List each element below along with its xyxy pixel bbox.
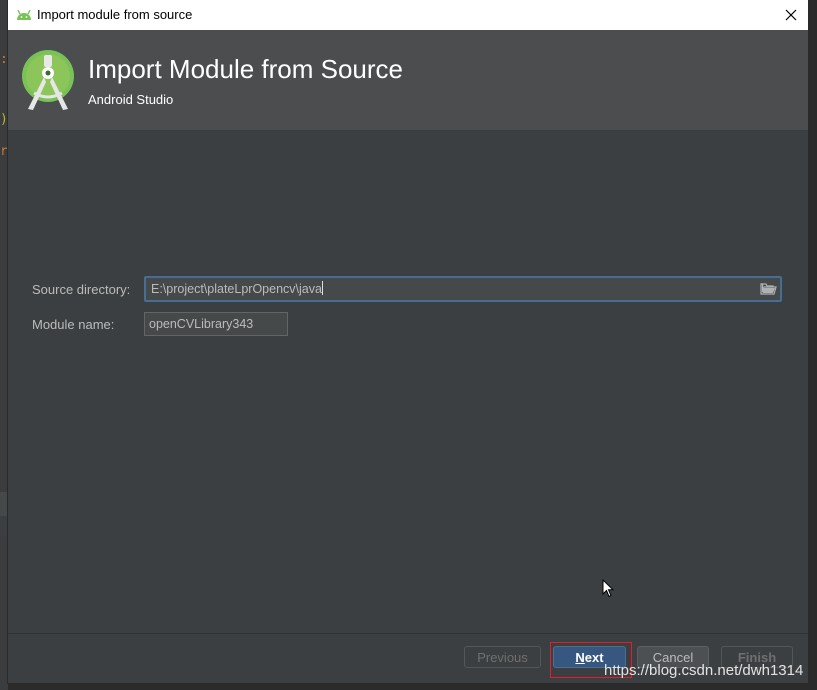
module-name-value[interactable]: openCVLibrary343 <box>149 317 253 331</box>
source-directory-value[interactable]: E:\project\plateLprOpencv\java <box>151 281 323 296</box>
footer-divider <box>8 633 808 634</box>
mouse-cursor-icon <box>602 579 614 598</box>
android-studio-logo-icon <box>22 50 74 110</box>
source-directory-field[interactable]: E:\project\plateLprOpencv\java <box>144 276 782 302</box>
import-module-dialog: Import module from source Import Module … <box>8 0 808 683</box>
header-subtitle: Android Studio <box>88 92 174 107</box>
window-titlebar: Import module from source <box>8 0 808 30</box>
text-caret <box>321 281 323 295</box>
window-title: Import module from source <box>37 7 193 22</box>
module-name-field[interactable]: openCVLibrary343 <box>144 312 288 336</box>
watermark: https://blog.csdn.net/dwh1314 <box>604 662 804 679</box>
previous-button[interactable]: Previous <box>464 646 541 668</box>
dialog-header: Import Module from Source Android Studio <box>8 30 808 130</box>
folder-icon[interactable] <box>760 281 777 296</box>
source-directory-label: Source directory: <box>32 282 131 297</box>
dialog-body <box>8 130 808 634</box>
close-icon[interactable] <box>780 4 802 26</box>
code-fragment: : <box>0 52 8 67</box>
editor-panel <box>0 492 8 516</box>
android-icon <box>17 9 31 20</box>
module-name-label: Module name: <box>32 317 115 332</box>
code-fragment: r <box>0 144 8 159</box>
editor-panel <box>0 516 8 536</box>
header-title: Import Module from Source <box>88 54 404 84</box>
editor-gutter <box>0 0 8 690</box>
